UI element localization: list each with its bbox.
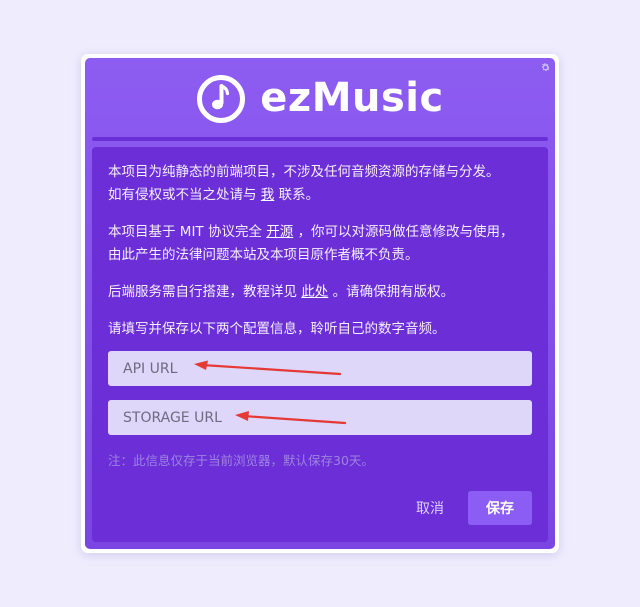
- backend-prefix: 后端服务需自行搭建，教程详见: [108, 284, 297, 300]
- dialog-actions: 取消 保存: [416, 491, 532, 525]
- instruction-text: 请填写并保存以下两个配置信息，聆听自己的数字音频。: [108, 321, 446, 337]
- backend-text: 后端服务需自行搭建，教程详见 此处 。请确保拥有版权。: [108, 281, 532, 304]
- cancel-button[interactable]: 取消: [416, 498, 444, 518]
- storage-note: 注：此信息仅存于当前浏览器，默认保存30天。: [108, 453, 374, 468]
- tutorial-link[interactable]: 此处: [301, 284, 328, 300]
- license-line-1-prefix: 本项目基于 MIT 协议完全: [108, 224, 262, 240]
- header-divider: [92, 137, 548, 141]
- storage-url-field-wrap: [108, 400, 532, 435]
- backend-suffix: 。请确保拥有版权。: [332, 284, 455, 300]
- storage-url-input[interactable]: [108, 400, 532, 435]
- contact-me-link[interactable]: 我: [261, 187, 275, 203]
- intro-text: 本项目为纯静态的前端项目，不涉及任何音频资源的存储与分发。 如有侵权或不当之处请…: [108, 161, 532, 207]
- intro-line-2-suffix: 联系。: [278, 187, 320, 203]
- license-text: 本项目基于 MIT 协议完全 开源 ，你可以对源码做任意修改与使用， 由此产生的…: [108, 221, 532, 267]
- save-button[interactable]: 保存: [468, 491, 532, 525]
- license-line-1-suffix: ，你可以对源码做任意修改与使用，: [297, 224, 514, 240]
- app-title: ezMusic: [260, 75, 444, 121]
- open-source-link[interactable]: 开源: [266, 224, 293, 240]
- license-line-2: 由此产生的法律问题本站及本项目原作者概不负责。: [108, 247, 419, 263]
- dialog-header: ezMusic: [85, 58, 555, 138]
- intro-line-2-prefix: 如有侵权或不当之处请与: [108, 187, 257, 203]
- dialog-content: 本项目为纯静态的前端项目，不涉及任何音频资源的存储与分发。 如有侵权或不当之处请…: [92, 147, 548, 542]
- music-note-icon: [197, 75, 246, 123]
- dialog-panel: ezMusic 本项目为纯静态的前端项目，不涉及任何音频资源的存储与分发。 如有…: [85, 58, 555, 549]
- intro-line-1: 本项目为纯静态的前端项目，不涉及任何音频资源的存储与分发。: [108, 164, 500, 180]
- config-dialog: ezMusic 本项目为纯静态的前端项目，不涉及任何音频资源的存储与分发。 如有…: [81, 54, 559, 553]
- api-url-field-wrap: [108, 351, 532, 386]
- api-url-input[interactable]: [108, 351, 532, 386]
